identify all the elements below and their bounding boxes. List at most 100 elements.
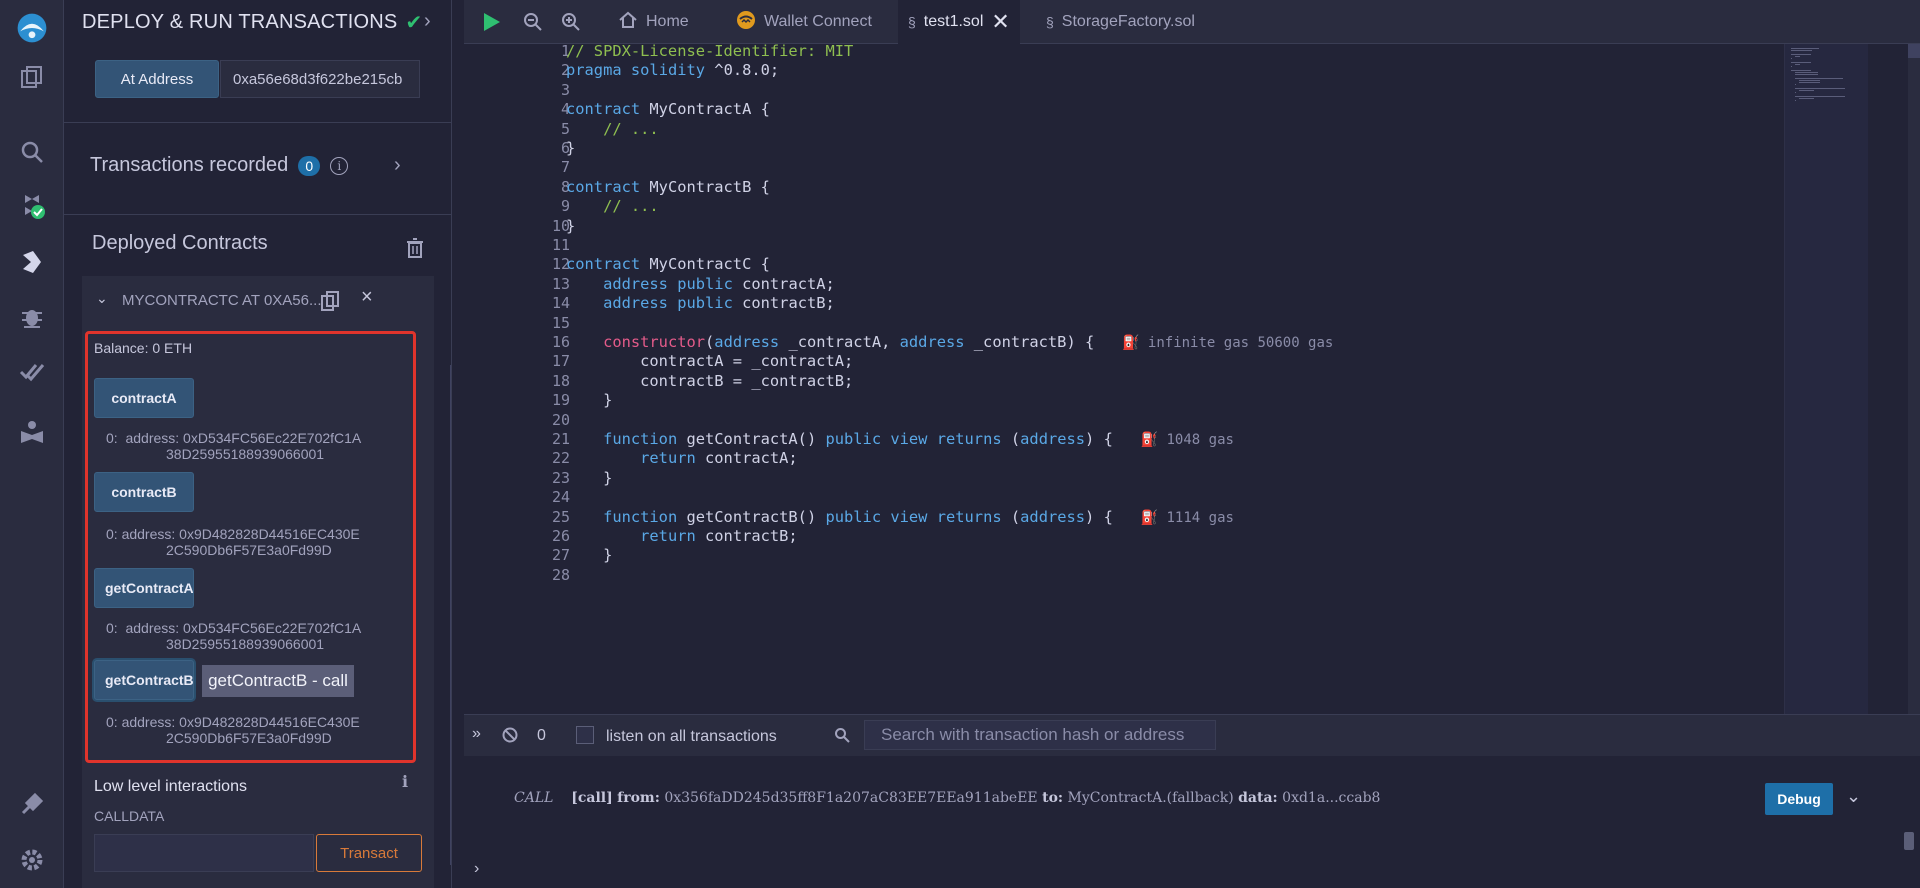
deployed-contracts-label: Deployed Contracts	[92, 232, 268, 254]
line-number: 13	[551, 274, 570, 293]
minimap-line	[1791, 66, 1792, 67]
line-number: 21	[551, 430, 570, 448]
file-explorer-icon[interactable]	[16, 62, 48, 94]
transactions-recorded-label: Transactions recorded	[90, 154, 289, 176]
code-line: contractA = _contractA;	[566, 352, 854, 371]
solidity-compiler-icon[interactable]	[16, 190, 48, 222]
code-line: }	[566, 546, 613, 565]
code-line: contract MyContractB {	[566, 177, 770, 196]
tab-test1-sol[interactable]: § test1.sol ✕	[898, 0, 1020, 44]
minimap-line	[1791, 50, 1812, 51]
code-line: }	[566, 391, 613, 410]
transact-button[interactable]: Transact	[316, 834, 422, 872]
log-to: MyContractA.(fallback)	[1067, 790, 1234, 806]
panel-title: DEPLOY & RUN TRANSACTIONS	[82, 11, 398, 33]
panel-scrollbar[interactable]	[450, 365, 451, 865]
close-tab-icon[interactable]: ✕	[991, 9, 1009, 35]
line-number: 26	[551, 527, 570, 545]
transaction-search-input[interactable]: Search with transaction hash or address	[864, 720, 1216, 750]
line-number: 28	[551, 565, 570, 584]
editor-scroll-thumb[interactable]	[1908, 44, 1920, 58]
minimap-line	[1795, 56, 1801, 57]
trash-icon[interactable]	[406, 238, 424, 258]
listen-checkbox[interactable]	[576, 726, 594, 744]
minimap-line	[1791, 62, 1811, 63]
minimap-line	[1795, 96, 1845, 97]
search-icon[interactable]	[16, 136, 48, 168]
contract-instance-title[interactable]: MYCONTRACTC AT 0XA56...8A	[122, 292, 322, 309]
line-number: 12	[551, 255, 570, 274]
tx-log-entry[interactable]: CALL [call] from: 0x356faDD245d35ff8F1a2…	[514, 790, 1380, 806]
unit-testing-icon[interactable]	[16, 356, 48, 388]
deploy-run-icon[interactable]	[16, 246, 48, 278]
remix-logo-icon[interactable]	[6, 8, 58, 48]
chevron-right-icon[interactable]: ›	[394, 154, 401, 177]
tab-storagefactory-sol[interactable]: § StorageFactory.sol	[1036, 0, 1205, 44]
editor-scrollbar[interactable]	[1908, 44, 1920, 714]
info-icon[interactable]: i	[402, 772, 408, 791]
gas-estimate: ⛽ 1114 gas	[1140, 509, 1234, 526]
info-icon[interactable]: i	[330, 156, 349, 175]
debugger-icon[interactable]	[16, 300, 48, 332]
log-to-label: to:	[1042, 790, 1064, 806]
clear-console-icon[interactable]	[502, 727, 518, 743]
close-icon[interactable]: ×	[361, 286, 373, 309]
zoom-in-icon[interactable]	[560, 11, 582, 33]
minimap-line	[1795, 78, 1843, 79]
at-address-input[interactable]: 0xa56e68d3f622be215cb	[220, 60, 420, 98]
learneth-icon[interactable]	[16, 416, 48, 448]
minimap-line	[1799, 80, 1820, 81]
gas-estimate: ⛽ infinite gas 50600 gas	[1122, 335, 1334, 351]
line-number: 1	[560, 42, 570, 60]
code-line: // ...	[603, 119, 659, 138]
code-line: return contractB;	[640, 527, 798, 545]
line-number: 10	[551, 216, 570, 235]
expand-log-icon[interactable]: ⌄	[1846, 786, 1861, 807]
code-editor[interactable]: 1 2 3 4 5 6 7 8 9 10 11 12 13 14 15 16 17 18 19 20 21 22 23 24 2…	[464, 42, 1920, 714]
settings-gear-icon[interactable]	[16, 844, 48, 876]
line-number: 9	[560, 197, 570, 216]
terminal-prompt[interactable]: ›	[474, 860, 479, 878]
code-line: function getContractB() public view retu…	[603, 507, 1234, 526]
tab-wallet-connect[interactable]: Wallet Connect	[722, 0, 886, 44]
minimap-line	[1795, 84, 1796, 85]
minimap[interactable]	[1784, 44, 1868, 714]
code-line: // ...	[603, 197, 659, 216]
collapse-terminal-icon[interactable]: »	[472, 725, 481, 743]
plugin-manager-icon[interactable]	[16, 788, 48, 820]
copy-icon[interactable]	[320, 290, 340, 312]
chevron-down-icon[interactable]: ⌄	[96, 290, 108, 307]
log-from: 0x356faDD245d35ff8F1a207aC83EE7EEa911abe…	[664, 790, 1038, 806]
panel-scroll-thumb[interactable]	[450, 365, 451, 865]
gas-estimate: ⛽ 1048 gas	[1140, 432, 1234, 448]
chevron-right-icon[interactable]: ›	[424, 10, 431, 33]
line-number: 27	[551, 546, 570, 565]
tab-label: StorageFactory.sol	[1061, 13, 1195, 30]
code-line: address public contractA;	[603, 274, 835, 293]
code-line: }	[566, 139, 576, 157]
line-number: 4	[560, 100, 570, 119]
code-line: pragma solidity ^0.8.0;	[566, 61, 780, 80]
solidity-icon: §	[1046, 14, 1054, 30]
terminal-toolbar: » 0 listen on all transactions Search wi…	[464, 714, 1920, 756]
listen-label: listen on all transactions	[606, 728, 777, 745]
minimap-line	[1795, 92, 1796, 93]
minimap-line	[1795, 72, 1818, 73]
terminal-scroll-thumb[interactable]	[1904, 832, 1914, 850]
low-level-interactions-label: Low level interactions	[94, 778, 247, 795]
line-number: 19	[551, 391, 570, 410]
minimap-line	[1799, 98, 1815, 99]
calldata-input[interactable]	[94, 834, 314, 872]
line-number: 23	[551, 468, 570, 487]
line-number: 15	[551, 313, 570, 332]
zoom-out-icon[interactable]	[522, 11, 544, 33]
transactions-recorded-row[interactable]: Transactions recorded 0 i	[90, 154, 349, 177]
home-icon	[618, 10, 638, 35]
debug-button[interactable]: Debug	[1765, 783, 1833, 815]
at-address-button[interactable]: At Address	[95, 60, 219, 98]
tab-home[interactable]: Home	[606, 0, 701, 44]
line-number: 5	[560, 119, 570, 138]
code-line: // SPDX-License-Identifier: MIT	[566, 42, 854, 60]
divider	[64, 214, 451, 215]
run-script-icon[interactable]	[480, 11, 502, 33]
